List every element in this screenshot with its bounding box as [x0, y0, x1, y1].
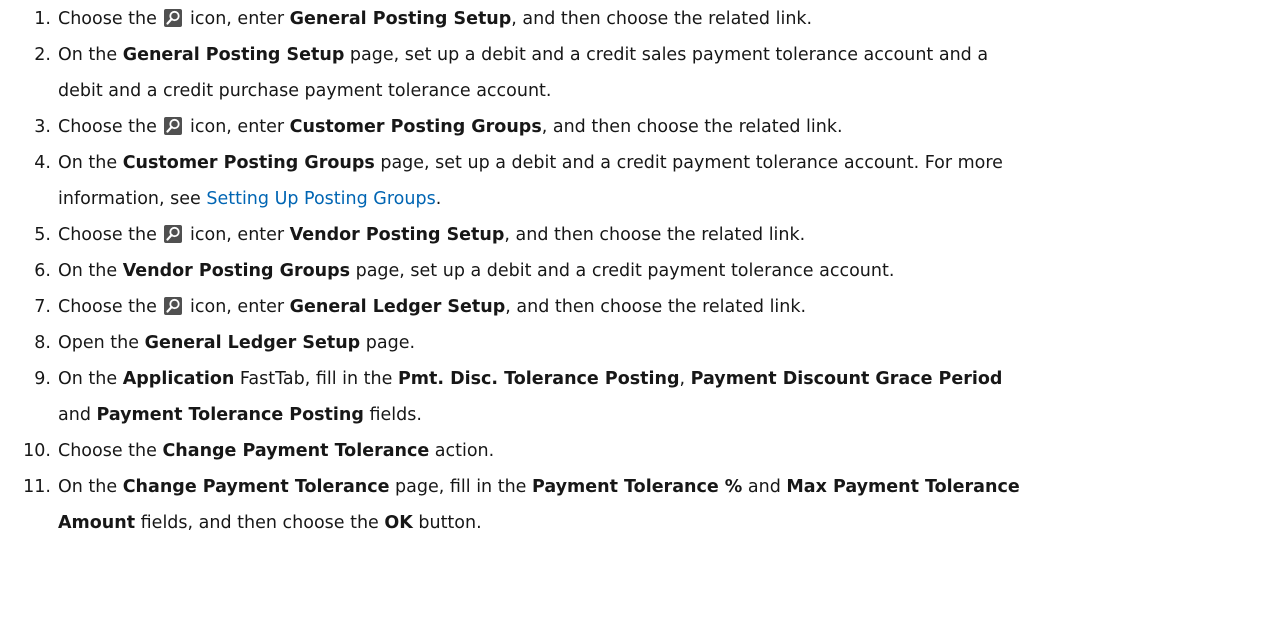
- step-line: and Payment Tolerance Posting fields.: [58, 397, 1258, 433]
- step-line: Choose the icon, enter Vendor Posting Se…: [58, 217, 1258, 253]
- step-text: Choose the icon, enter Customer Posting …: [58, 109, 1258, 145]
- step-text-run: fields.: [363, 405, 422, 425]
- step-text-run: On the: [58, 45, 123, 65]
- ui-term: General Ledger Setup: [144, 333, 361, 353]
- step-number: 6.: [34, 261, 51, 281]
- ui-term: OK: [384, 513, 413, 533]
- search-icon: [164, 117, 183, 135]
- ui-term: General Ledger Setup: [289, 297, 506, 317]
- ui-term: General Posting Setup: [289, 9, 512, 29]
- step-text-run: page, set up a debit and a credit paymen…: [350, 261, 895, 281]
- step-text-run: icon, enter: [184, 297, 290, 317]
- search-icon: [164, 225, 183, 243]
- step-text: On the Customer Posting Groups page, set…: [58, 145, 1258, 217]
- step-text-run: On the: [58, 261, 123, 281]
- step-text-run: and: [742, 477, 787, 497]
- step-line: Choose the icon, enter General Posting S…: [58, 1, 1258, 37]
- ui-term: Customer Posting Groups: [122, 153, 375, 173]
- step-number: 5.: [34, 225, 51, 245]
- step-line: Amount fields, and then choose the OK bu…: [58, 505, 1258, 541]
- step-number: 9.: [34, 369, 51, 389]
- step-text: On the Change Payment Tolerance page, fi…: [58, 469, 1258, 541]
- step-number: 3.: [34, 117, 51, 137]
- ui-term: Change Payment Tolerance: [162, 441, 430, 461]
- step-line: Open the General Ledger Setup page.: [58, 325, 1258, 361]
- step-line: On the Customer Posting Groups page, set…: [58, 145, 1258, 181]
- step-line: information, see Setting Up Posting Grou…: [58, 181, 1258, 217]
- ui-term: Change Payment Tolerance: [122, 477, 390, 497]
- step-line: Choose the icon, enter Customer Posting …: [58, 109, 1258, 145]
- step-line: Choose the icon, enter General Ledger Se…: [58, 289, 1258, 325]
- step-number: 7.: [34, 297, 51, 317]
- ui-term: Payment Tolerance %: [532, 477, 743, 497]
- step-line: On the Application FastTab, fill in the …: [58, 361, 1258, 397]
- step-text: On the General Posting Setup page, set u…: [58, 37, 1258, 109]
- step-text-run: Choose the: [58, 225, 163, 245]
- step-text-run: , and then choose the related link.: [505, 297, 807, 317]
- step-text-run: page, set up a debit and a credit paymen…: [374, 153, 1003, 173]
- step-line: On the Change Payment Tolerance page, fi…: [58, 469, 1258, 505]
- step-text-run: Choose the: [58, 441, 163, 461]
- ui-term: Payment Discount Grace Period: [690, 369, 1003, 389]
- step-text-run: debit and a credit purchase payment tole…: [58, 81, 552, 101]
- step-text-run: icon, enter: [184, 117, 290, 137]
- step-text-run: button.: [412, 513, 482, 533]
- step-number: 4.: [34, 153, 51, 173]
- step-text-run: , and then choose the related link.: [504, 225, 806, 245]
- step-text-run: page.: [360, 333, 416, 353]
- step-text-run: Choose the: [58, 297, 163, 317]
- step-text: On the Application FastTab, fill in the …: [58, 361, 1258, 433]
- ui-term: Pmt. Disc. Tolerance Posting: [397, 369, 680, 389]
- step-number: 11.: [23, 477, 51, 497]
- step-text-run: and: [58, 405, 97, 425]
- step-text-run: On the: [58, 369, 123, 389]
- ui-term: Vendor Posting Groups: [122, 261, 351, 281]
- step-text-run: icon, enter: [184, 225, 290, 245]
- ui-term: Payment Tolerance Posting: [96, 405, 364, 425]
- ui-term: Amount: [58, 513, 136, 533]
- step-text-run: , and then choose the related link.: [511, 9, 813, 29]
- step-text-run: Choose the: [58, 9, 163, 29]
- step-text: Open the General Ledger Setup page.: [58, 325, 1258, 361]
- ui-term: Application: [122, 369, 235, 389]
- ui-term: Max Payment Tolerance: [786, 477, 1020, 497]
- step-text-run: page, fill in the: [389, 477, 532, 497]
- step-line: Choose the Change Payment Tolerance acti…: [58, 433, 1258, 469]
- step-text-run: ,: [679, 369, 691, 389]
- ui-term: Customer Posting Groups: [289, 117, 542, 137]
- step-text: Choose the icon, enter General Posting S…: [58, 1, 1258, 37]
- step-text-run: , and then choose the related link.: [541, 117, 843, 137]
- step-number: 1.: [34, 9, 51, 29]
- step-number: 8.: [34, 333, 51, 353]
- step-line: On the General Posting Setup page, set u…: [58, 37, 1258, 73]
- ui-term: General Posting Setup: [122, 45, 345, 65]
- step-text: Choose the icon, enter Vendor Posting Se…: [58, 217, 1258, 253]
- search-icon: [164, 9, 183, 27]
- ui-term: Vendor Posting Setup: [289, 225, 505, 245]
- step-text-run: page, set up a debit and a credit sales …: [344, 45, 989, 65]
- step-text: Choose the Change Payment Tolerance acti…: [58, 433, 1258, 469]
- step-text-run: On the: [58, 477, 123, 497]
- step-text: On the Vendor Posting Groups page, set u…: [58, 253, 1258, 289]
- step-text-run: Choose the: [58, 117, 163, 137]
- step-line: On the Vendor Posting Groups page, set u…: [58, 253, 1258, 289]
- step-text-run: action.: [429, 441, 495, 461]
- step-number: 2.: [34, 45, 51, 65]
- step-text-run: fields, and then choose the: [135, 513, 385, 533]
- step-text-run: information, see: [58, 189, 207, 209]
- step-line: debit and a credit purchase payment tole…: [58, 73, 1258, 109]
- search-icon: [164, 297, 183, 315]
- step-text-run: icon, enter: [184, 9, 290, 29]
- step-text-run: FastTab, fill in the: [234, 369, 398, 389]
- step-text: Choose the icon, enter General Ledger Se…: [58, 289, 1258, 325]
- step-text-run: Open the: [58, 333, 145, 353]
- step-text-run: On the: [58, 153, 123, 173]
- step-number: 10.: [23, 441, 51, 461]
- step-text-run: .: [435, 189, 442, 209]
- posting-groups-link[interactable]: Setting Up Posting Groups: [206, 189, 435, 209]
